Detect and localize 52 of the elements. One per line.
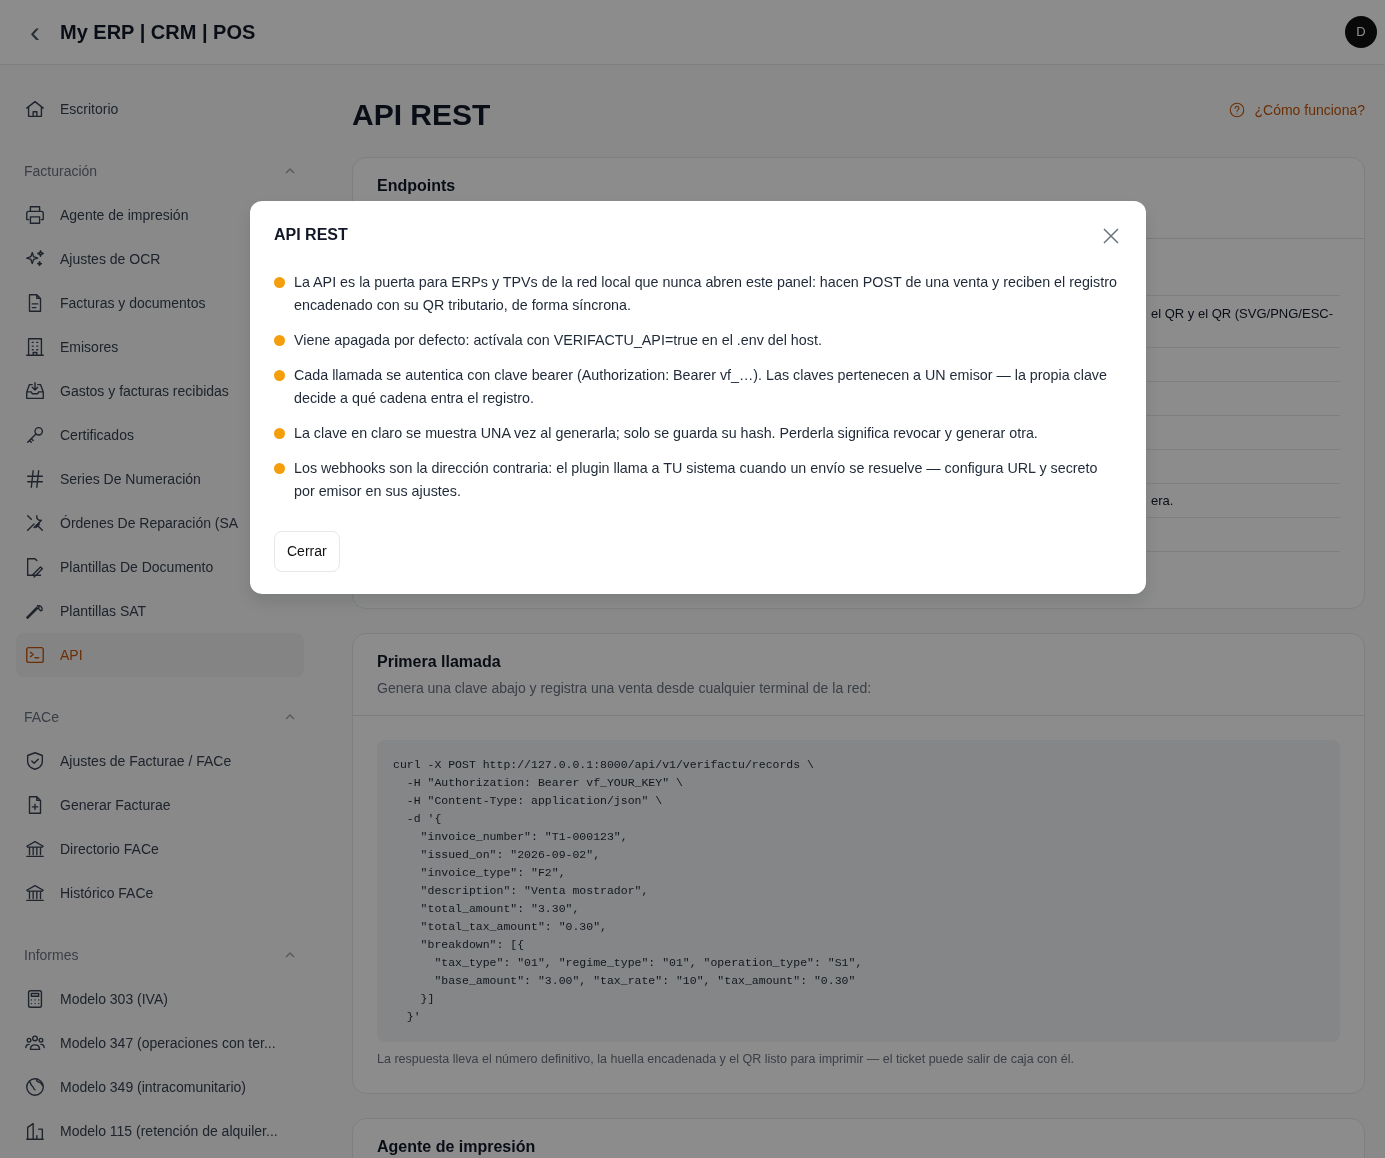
group-title: Informes — [24, 945, 79, 965]
sidebar-item[interactable]: Modelo 115 (retención de alquiler... — [16, 1109, 304, 1153]
hash-icon — [24, 468, 46, 490]
card-title: Agente de impresión — [377, 1136, 537, 1157]
modal-title: API REST — [274, 225, 348, 245]
table-cell-text: el QR y el QR (SVG/PNG/ESC- — [1151, 305, 1334, 323]
sidebar-item[interactable]: Histórico FACe — [16, 871, 304, 915]
code-block: curl -X POST http://127.0.0.1:8000/api/v1/verifactu/records \ -H "Authorization: Bearer vf_YOUR_KEY" \ -H "Content-Type: application/json" \ -d '{ "invoice_number": "T1-000123", "issued_on": "2026-09-02", "invoice_type": "F2", "description": "Venta mostrador", "total_amount": "3.30", "total_tax_amount": "0.30", "breakdown": [{ "tax_type": "01", "regime_type": "01", "operation_type": "S1", "base_amount": "3.00", "tax_rate": "10", "tax_amount": "0.30" }] }' — [377, 740, 1340, 1042]
help-icon — [1228, 101, 1247, 119]
page-title: API REST — [352, 97, 491, 133]
bullet-dot — [274, 463, 285, 474]
sidebar-item[interactable]: Ajustes de Facturae / FACe — [16, 739, 304, 783]
card-subtitle: Genera una clave abajo y registra una venta desde cualquier terminal de la red: — [377, 679, 873, 698]
sidebar-item[interactable]: Modelo 303 (IVA) — [16, 977, 304, 1021]
bullet-dot — [274, 335, 285, 346]
house-icon — [24, 98, 46, 120]
sidebar-item[interactable]: Escritorio — [16, 87, 304, 131]
table-cell-text: era. — [1151, 491, 1174, 510]
key-icon — [24, 424, 46, 446]
sidebar-item[interactable]: API — [16, 633, 304, 677]
document-brush-icon — [24, 556, 46, 578]
info-text: Viene apagada por defecto: actívala con VERIFACTU_API=true en el .env del host. — [294, 331, 822, 350]
response-note: La respuesta lleva el número definitivo, la huella encadenada y el QR listo para imprimir — el ticket puede salir de caja con él. — [377, 1051, 1075, 1068]
sidebar-item[interactable]: Modelo 349 (intracomunitario) — [16, 1065, 304, 1109]
sidebar-item[interactable]: Generar Facturae — [16, 783, 304, 827]
group-title: Facturación — [24, 161, 98, 181]
terminal-icon — [24, 644, 46, 666]
info-text: Cada llamada se autentica con clave bearer (Authorization: Bearer vf_…). Las claves pertenecen a UN emisor — la propia clave decide a qué cadena entra el registro. — [294, 366, 1108, 408]
building-icon — [24, 336, 46, 358]
back-button[interactable]: ‹ — [22, 17, 48, 47]
shield-check-icon — [24, 750, 46, 772]
app-title: My ERP | CRM | POS — [60, 20, 256, 45]
printer-icon — [24, 204, 46, 226]
info-text: Los webhooks son la dirección contraria: el plugin llama a TU sistema cuando un envío se resuelve — configura URL y secreto por emisor en sus ajustes. — [294, 459, 1099, 501]
info-text: La clave en claro se muestra UNA vez al generarla; solo se guarda su hash. Perderla significa revocar y generar otra. — [294, 424, 1038, 443]
bank-icon — [24, 838, 46, 860]
bullet-dot — [274, 277, 285, 288]
user-avatar[interactable]: D — [1345, 16, 1377, 48]
close-button[interactable]: Cerrar — [274, 531, 340, 572]
bullet-dot — [274, 370, 285, 381]
info-text: La API es la puerta para ERPs y TPVs de la red local que nunca abren este panel: hacen POST de una venta y reciben el registro encadenado con su QR tributario, de forma síncrona. — [294, 273, 1118, 315]
card-title: Endpoints — [377, 176, 457, 196]
sidebar-item[interactable]: Modelo 347 (operaciones con ter... — [16, 1021, 304, 1065]
building-icon — [24, 1120, 46, 1142]
inbox-tray-icon — [24, 380, 46, 402]
sidebar-item[interactable]: Plantillas SAT — [16, 589, 304, 633]
card-title: Primera llamada — [377, 652, 502, 672]
bullet-dot — [274, 428, 285, 439]
bank-icon — [24, 882, 46, 904]
sidebar-item[interactable]: Directorio FACe — [16, 827, 304, 871]
help-link[interactable]: ¿Cómo funciona? — [1228, 99, 1365, 121]
group-title: FACe — [24, 707, 59, 727]
